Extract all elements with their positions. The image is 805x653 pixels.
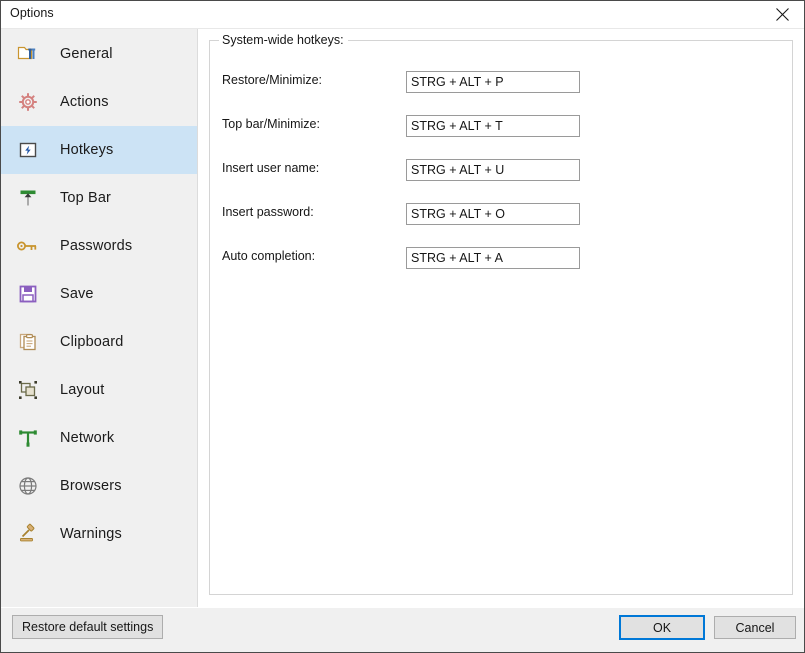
floppy-disk-icon [13, 279, 43, 309]
sidebar-item-label: Warnings [60, 526, 122, 542]
hotkey-label: Auto completion: [222, 249, 316, 263]
clipboard-icon [13, 327, 43, 357]
system-wide-hotkeys-groupbox: System-wide hotkeys: Restore/Minimize: T… [209, 33, 793, 595]
dialog-footer: Restore default settings OK Cancel [1, 607, 804, 652]
hotkey-input-top-bar-minimize[interactable] [406, 115, 580, 137]
hotkey-label: Top bar/Minimize: [222, 117, 320, 131]
hotkey-row: Restore/Minimize: [210, 71, 792, 93]
sidebar-item-top-bar[interactable]: Top Bar [1, 174, 197, 222]
sidebar-item-layout[interactable]: Layout [1, 366, 197, 414]
network-icon [13, 423, 43, 453]
sidebar-item-label: Passwords [60, 238, 133, 254]
sidebar-item-label: Layout [60, 382, 105, 398]
hotkey-label: Restore/Minimize: [222, 73, 323, 87]
hotkey-input-insert-user-name[interactable] [406, 159, 580, 181]
sidebar-item-browsers[interactable]: Browsers [1, 462, 197, 510]
sidebar-item-clipboard[interactable]: Clipboard [1, 318, 197, 366]
sidebar-item-network[interactable]: Network [1, 414, 197, 462]
gear-icon [13, 87, 43, 117]
hotkey-row: Auto completion: [210, 247, 792, 269]
lightning-key-icon [13, 135, 43, 165]
globe-icon [13, 471, 43, 501]
dialog-body: General Actions Hotkeys Top Bar Password… [1, 29, 804, 607]
cancel-button[interactable]: Cancel [714, 616, 796, 639]
hotkey-input-restore-minimize[interactable] [406, 71, 580, 93]
close-icon[interactable] [760, 1, 804, 27]
hotkey-row: Insert user name: [210, 159, 792, 181]
sidebar-item-label: General [60, 46, 113, 62]
sidebar-item-warnings[interactable]: Warnings [1, 510, 197, 558]
hotkey-row: Top bar/Minimize: [210, 115, 792, 137]
sidebar-item-label: Save [60, 286, 94, 302]
key-icon [13, 231, 43, 261]
sidebar-item-save[interactable]: Save [1, 270, 197, 318]
hotkey-label: Insert user name: [222, 161, 320, 175]
ok-button[interactable]: OK [619, 615, 705, 640]
layout-icon [13, 375, 43, 405]
folder-tools-icon [13, 39, 43, 69]
sidebar-item-label: Browsers [60, 478, 122, 494]
category-sidebar: General Actions Hotkeys Top Bar Password… [1, 29, 198, 607]
top-bar-arrow-icon [13, 183, 43, 213]
hotkey-row: Insert password: [210, 203, 792, 225]
sidebar-item-label: Network [60, 430, 115, 446]
sidebar-item-label: Clipboard [60, 334, 124, 350]
hotkey-input-insert-password[interactable] [406, 203, 580, 225]
sidebar-item-passwords[interactable]: Passwords [1, 222, 197, 270]
restore-default-settings-button[interactable]: Restore default settings [12, 615, 164, 639]
sidebar-item-hotkeys[interactable]: Hotkeys [1, 126, 197, 174]
sidebar-item-label: Actions [60, 94, 109, 110]
options-dialog-window: Options General Actions Hotkeys Top Bar … [0, 0, 805, 653]
sidebar-item-general[interactable]: General [1, 30, 197, 78]
hotkeys-panel: System-wide hotkeys: Restore/Minimize: T… [198, 29, 804, 607]
hotkey-label: Insert password: [222, 205, 314, 219]
title-bar: Options [1, 1, 804, 29]
sidebar-item-label: Top Bar [60, 190, 112, 206]
gavel-icon [13, 519, 43, 549]
sidebar-item-label: Hotkeys [60, 142, 114, 158]
groupbox-title: System-wide hotkeys: [219, 33, 348, 47]
window-title: Options [10, 6, 54, 20]
hotkey-input-auto-completion[interactable] [406, 247, 580, 269]
sidebar-item-actions[interactable]: Actions [1, 78, 197, 126]
